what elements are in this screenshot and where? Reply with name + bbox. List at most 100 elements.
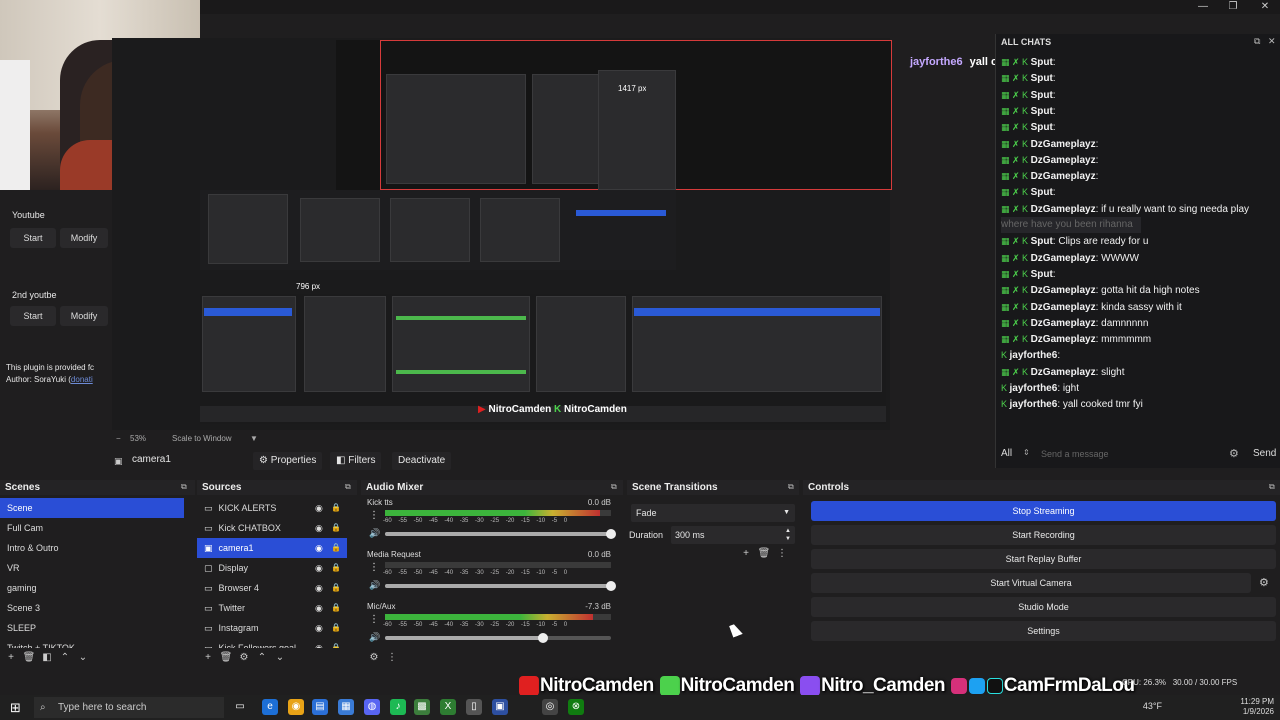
dock-float-icon[interactable]: ⧉	[611, 482, 617, 492]
volume-knob[interactable]	[606, 581, 616, 591]
filter-icon[interactable]: ◧	[38, 652, 56, 663]
lock-icon[interactable]: 🔒	[331, 578, 341, 598]
source-item[interactable]: ▭ KICK ALERTS ◉ 🔒	[197, 498, 347, 518]
more-icon[interactable]: ⋮	[369, 562, 379, 573]
dock-float-icon[interactable]: ⧉	[181, 482, 187, 492]
volume-slider[interactable]	[385, 633, 611, 643]
lock-icon[interactable]: 🔒	[331, 518, 341, 538]
youtube2-modify-button[interactable]: Modify	[60, 306, 108, 326]
speaker-icon[interactable]: 🔊	[369, 528, 380, 539]
gear-icon[interactable]: ⚙	[1229, 447, 1239, 460]
notepad-icon[interactable]: ▯	[466, 699, 482, 715]
add-icon[interactable]: +	[2, 652, 20, 663]
scene-item[interactable]: Full Cam	[0, 518, 184, 538]
minecraft-icon[interactable]: ▩	[414, 699, 430, 715]
trash-icon[interactable]: 🗑	[20, 652, 38, 663]
youtube2-start-button[interactable]: Start	[10, 306, 56, 326]
more-icon[interactable]: ⋮	[773, 548, 791, 559]
gear-icon[interactable]: ⚙	[365, 652, 383, 663]
chevron-down-icon[interactable]: ▼	[250, 434, 258, 443]
lock-icon[interactable]: 🔒	[331, 598, 341, 618]
chat-message-input[interactable]: Send a message	[1041, 444, 1221, 464]
lock-icon[interactable]: 🔒	[331, 498, 341, 518]
lock-icon[interactable]: 🔒	[331, 618, 341, 638]
close-button[interactable]: ✕	[1250, 0, 1280, 14]
minimize-button[interactable]: —	[1188, 0, 1218, 14]
scale-mode[interactable]: Scale to Window	[172, 434, 232, 443]
eye-icon[interactable]: ◉	[315, 558, 323, 578]
scene-item[interactable]: Scene	[0, 498, 184, 518]
maximize-button[interactable]: ❐	[1218, 0, 1248, 14]
down-arrow-icon[interactable]: ⌄	[74, 652, 92, 663]
dock-float-icon[interactable]: ⧉	[1269, 482, 1275, 492]
zoom-dropdown-arrow[interactable]: −	[116, 434, 121, 443]
youtube-modify-button[interactable]: Modify	[60, 228, 108, 248]
eye-icon[interactable]: ◉	[315, 578, 323, 598]
scene-item[interactable]: gaming	[0, 578, 184, 598]
source-item[interactable]: ▣ camera1 ◉ 🔒	[197, 538, 347, 558]
add-icon[interactable]: +	[199, 652, 217, 663]
store-icon[interactable]: ▤	[312, 699, 328, 715]
source-item[interactable]: ▭ Instagram ◉ 🔒	[197, 618, 347, 638]
scene-item[interactable]: Twitch + TIKTOK	[0, 638, 184, 648]
start-virtual-camera-button[interactable]: Start Virtual Camera	[811, 573, 1251, 593]
properties-button[interactable]: ⚙ Properties	[253, 452, 323, 470]
scene-item[interactable]: Scene 3	[0, 598, 184, 618]
studio-mode-button[interactable]: Studio Mode	[811, 597, 1276, 617]
start-replay-buffer-button[interactable]: Start Replay Buffer	[811, 549, 1276, 569]
youtube-start-button[interactable]: Start	[10, 228, 56, 248]
lock-icon[interactable]: 🔒	[331, 558, 341, 578]
xbox-icon[interactable]: ⊗	[568, 699, 584, 715]
eye-icon[interactable]: ◉	[315, 598, 323, 618]
scene-item[interactable]: SLEEP	[0, 618, 184, 638]
volume-knob[interactable]	[538, 633, 549, 643]
donate-link[interactable]: donati	[71, 375, 93, 384]
up-arrow-icon[interactable]: ⌃	[253, 652, 271, 663]
source-item[interactable]: ▭ Kick CHATBOX ◉ 🔒	[197, 518, 347, 538]
taskbar-search[interactable]: ⌕ Type here to search	[34, 697, 224, 718]
eye-icon[interactable]: ◉	[315, 638, 323, 648]
preview-area[interactable]: 1417 px 796 px ▶ NitroCamden K NitroCamd…	[112, 38, 892, 430]
source-item[interactable]: ▢ Display ◉ 🔒	[197, 558, 347, 578]
duration-spinbox[interactable]: 300 ms ▲ ▼	[671, 526, 795, 544]
eye-icon[interactable]: ◉	[315, 538, 323, 558]
down-arrow-icon[interactable]: ⌄	[271, 652, 289, 663]
trash-icon[interactable]: 🗑	[217, 652, 235, 663]
source-item[interactable]: ▭ Twitter ◉ 🔒	[197, 598, 347, 618]
dock-float-icon[interactable]: ⧉	[345, 482, 351, 492]
settings-button[interactable]: Settings	[811, 621, 1276, 641]
gear-icon[interactable]: ⚙	[235, 652, 253, 663]
add-icon[interactable]: +	[737, 548, 755, 559]
popout-icon[interactable]: ⧉	[1254, 36, 1260, 47]
spotify-icon[interactable]: ♪	[390, 699, 406, 715]
trash-icon[interactable]: 🗑	[755, 548, 773, 559]
deactivate-button[interactable]: Deactivate	[392, 452, 452, 470]
chevron-updown-icon[interactable]: ⇕	[1023, 448, 1030, 457]
send-button[interactable]: Send	[1253, 448, 1276, 459]
more-icon[interactable]: ⋮	[383, 652, 401, 663]
start-recording-button[interactable]: Start Recording	[811, 525, 1276, 545]
lock-icon[interactable]: 🔒	[331, 638, 341, 648]
up-arrow-icon[interactable]: ⌃	[56, 652, 74, 663]
scene-item[interactable]: VR	[0, 558, 184, 578]
volume-slider[interactable]	[385, 581, 616, 591]
chrome-icon[interactable]: ◉	[288, 699, 304, 715]
chat-filter[interactable]: All	[1001, 448, 1012, 459]
app-icon[interactable]: ▣	[492, 699, 508, 715]
eye-icon[interactable]: ◉	[315, 498, 323, 518]
zoom-level[interactable]: 53%	[130, 434, 146, 443]
windows-start-icon[interactable]: ⊞	[10, 700, 21, 716]
system-tray[interactable]: 43°F 11:29 PM 1/9/2026	[1143, 697, 1274, 717]
close-icon[interactable]: ✕	[1268, 36, 1276, 47]
excel-icon[interactable]: X	[440, 699, 456, 715]
source-item[interactable]: ▭ Browser 4 ◉ 🔒	[197, 578, 347, 598]
source-item[interactable]: ▭ Kick Followers goal ◉ 🔒	[197, 638, 347, 648]
obs-icon[interactable]: ◎	[542, 699, 558, 715]
volume-knob[interactable]	[606, 529, 616, 539]
eye-icon[interactable]: ◉	[315, 518, 323, 538]
dock-float-icon[interactable]: ⧉	[788, 482, 794, 492]
filters-button[interactable]: ◧ Filters	[330, 452, 382, 470]
speaker-icon[interactable]: 🔊	[369, 580, 380, 591]
speaker-icon[interactable]: 🔊	[369, 632, 380, 643]
eye-icon[interactable]: ◉	[315, 618, 323, 638]
